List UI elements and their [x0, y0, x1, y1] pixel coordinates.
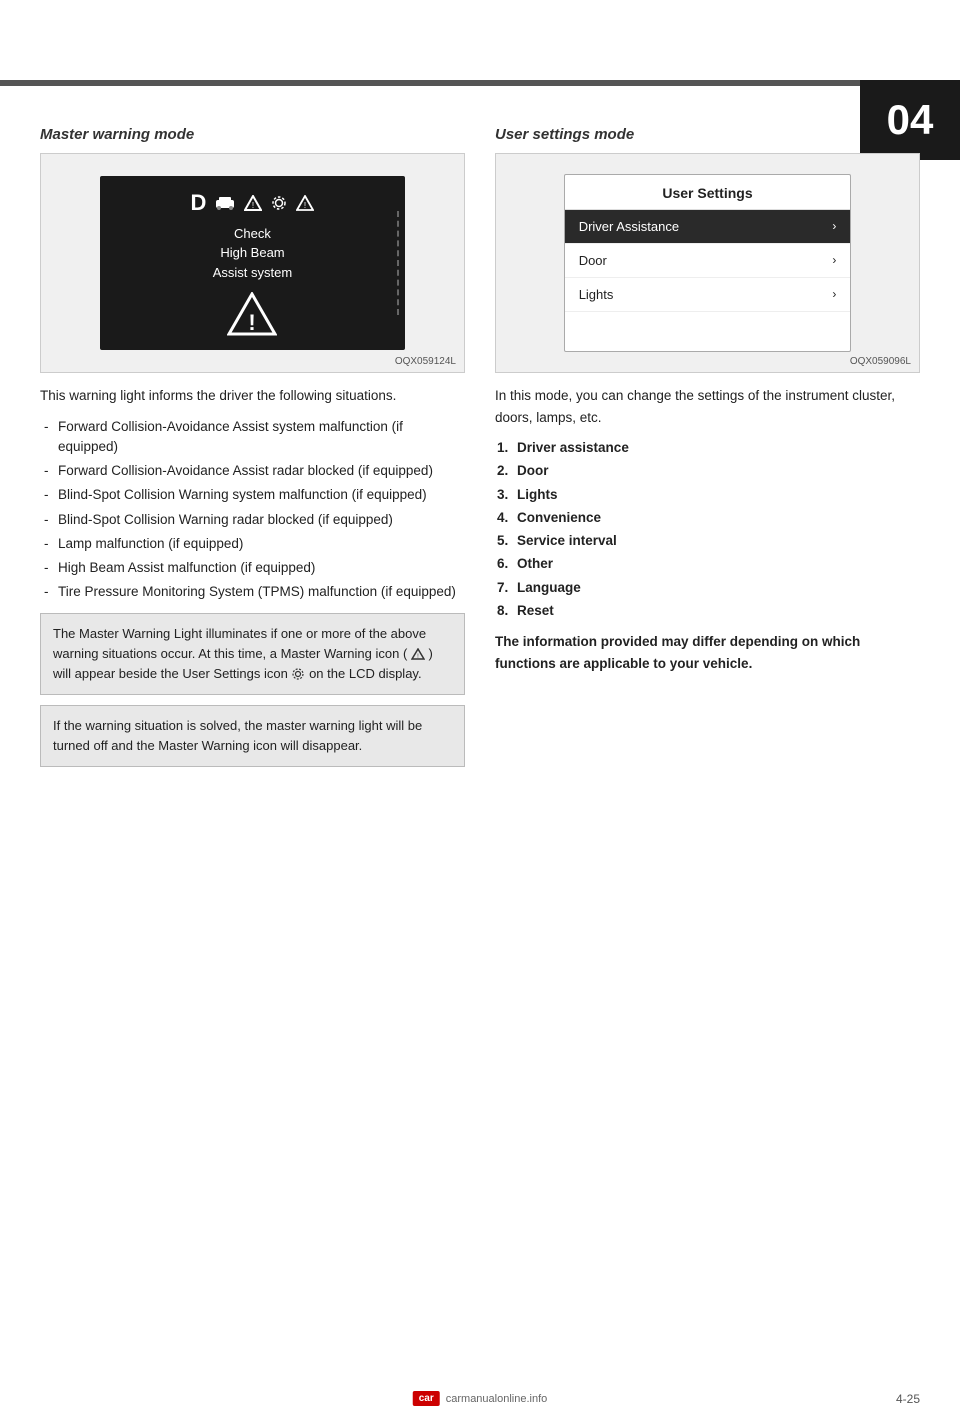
right-column: User settings mode User Settings Driver …: [495, 126, 920, 777]
car-icon: [214, 195, 236, 211]
menu-item-driver-assistance: Driver Assistance ›: [565, 210, 851, 244]
warning-display-text: Check High Beam Assist system: [213, 224, 292, 283]
numbered-list: 1.Driver assistance 2.Door 3.Lights 4.Co…: [495, 438, 920, 621]
menu-item-door: Door ›: [565, 244, 851, 278]
list-item: 2.Door: [495, 461, 920, 481]
left-column: Master warning mode D: [40, 126, 465, 777]
right-image-label: OQX059096L: [850, 356, 911, 367]
right-section-heading: User settings mode: [495, 126, 920, 143]
right-intro-text: In this mode, you can change the setting…: [495, 385, 920, 428]
left-section-heading: Master warning mode: [40, 126, 465, 143]
warning-display-screen: D !: [100, 176, 405, 350]
gear-icon-d: D: [191, 190, 207, 216]
left-image-box: D !: [40, 153, 465, 373]
list-item: 1.Driver assistance: [495, 438, 920, 458]
svg-text:!: !: [304, 201, 306, 210]
watermark: car carmanualonline.info: [413, 1391, 548, 1406]
large-warning-triangle-icon: !: [227, 292, 277, 336]
top-divider: [0, 80, 960, 86]
right-note-text: The information provided may differ depe…: [495, 631, 920, 674]
menu-item-label: Driver Assistance: [579, 219, 679, 234]
dashed-divider: [397, 211, 399, 316]
svg-text:!: !: [252, 201, 254, 210]
svg-text:!: !: [249, 310, 256, 335]
list-item: 3.Lights: [495, 485, 920, 505]
menu-arrow-icon: ›: [832, 287, 836, 301]
info-box-2-text: If the warning situation is solved, the …: [53, 718, 422, 753]
small-warning-icon: !: [244, 195, 262, 211]
info-box-2: If the warning situation is solved, the …: [40, 705, 465, 767]
list-item: Tire Pressure Monitoring System (TPMS) m…: [40, 582, 465, 602]
list-item: Blind-Spot Collision Warning radar block…: [40, 510, 465, 530]
list-item: Forward Collision-Avoidance Assist radar…: [40, 461, 465, 481]
list-item: 6.Other: [495, 554, 920, 574]
left-image-label: OQX059124L: [395, 356, 456, 367]
bullet-list: Forward Collision-Avoidance Assist syste…: [40, 417, 465, 603]
settings-icon-inline: [291, 667, 305, 681]
list-item: High Beam Assist malfunction (if equippe…: [40, 558, 465, 578]
page-number: 4-25: [896, 1392, 920, 1406]
user-settings-title: User Settings: [565, 175, 851, 210]
left-intro-text: This warning light informs the driver th…: [40, 385, 465, 407]
list-item: Blind-Spot Collision Warning system malf…: [40, 485, 465, 505]
list-item: 4.Convenience: [495, 508, 920, 528]
info-box-1-text: The Master Warning Light illuminates if …: [53, 626, 433, 681]
menu-arrow-icon: ›: [832, 219, 836, 233]
right-image-box: User Settings Driver Assistance › Door ›…: [495, 153, 920, 373]
list-item: Lamp malfunction (if equipped): [40, 534, 465, 554]
menu-item-label: Door: [579, 253, 607, 268]
menu-arrow-icon: ›: [832, 253, 836, 267]
chapter-tab: 04: [860, 80, 960, 160]
list-item: 8.Reset: [495, 601, 920, 621]
list-item: 7.Language: [495, 578, 920, 598]
watermark-logo: car: [413, 1391, 440, 1406]
list-item: 5.Service interval: [495, 531, 920, 551]
main-content: Master warning mode D: [0, 96, 960, 817]
gear-settings-icon: [270, 194, 288, 212]
warning-icon-inline: !: [411, 648, 425, 660]
watermark-text: carmanualonline.info: [446, 1393, 548, 1405]
info-box-1: The Master Warning Light illuminates if …: [40, 613, 465, 695]
chapter-number: 04: [887, 96, 934, 144]
small-warning2-icon: !: [296, 195, 314, 211]
warning-icons-row: D !: [191, 190, 315, 216]
list-item: Forward Collision-Avoidance Assist syste…: [40, 417, 465, 458]
menu-item-label: Lights: [579, 287, 614, 302]
menu-item-lights: Lights ›: [565, 278, 851, 312]
user-settings-screen: User Settings Driver Assistance › Door ›…: [564, 174, 852, 353]
